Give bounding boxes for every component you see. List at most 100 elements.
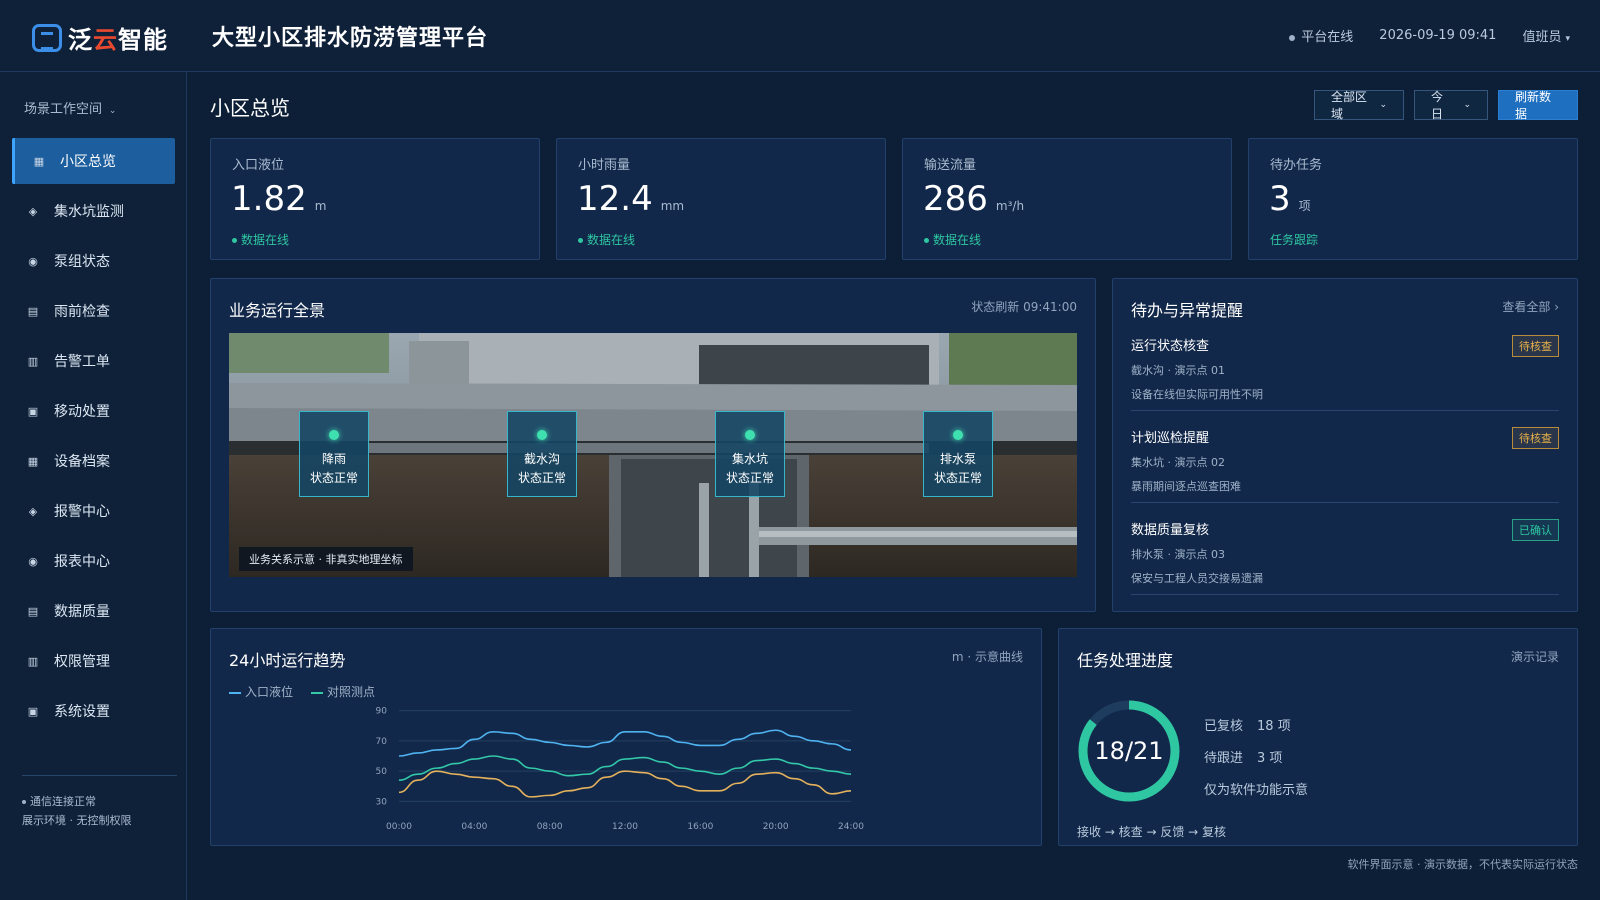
panel-title: 待办与异常提醒: [1131, 301, 1244, 320]
status-badge: 已确认: [1512, 519, 1559, 541]
status-badge: 待核查: [1512, 427, 1559, 449]
sidebar-item-settings[interactable]: ▣ 系统设置: [12, 688, 175, 734]
status-dot-icon: [537, 430, 547, 440]
kpi-status: 数据在线: [578, 231, 635, 248]
overview-panel: 业务运行全景 状态刷新 09:41:00 降雨 状态正常 截水沟 状态正常 集水…: [210, 278, 1096, 612]
chevron-down-icon: ⌄: [1379, 100, 1387, 110]
refresh-button[interactable]: 刷新数据: [1498, 90, 1578, 121]
datetime: 2026-09-19 09:41: [1379, 28, 1497, 43]
status-dot-icon: [1289, 34, 1296, 41]
status-badge: 待核查: [1512, 335, 1559, 357]
marker-intercepting-ditch[interactable]: 截水沟 状态正常: [507, 411, 577, 497]
sidebar-item-permissions[interactable]: ▥ 权限管理: [12, 638, 175, 684]
view-all-link[interactable]: 查看全部 ›: [1502, 298, 1559, 315]
kpi-card-inlet-level: 入口液位 1.82 m 数据在线: [210, 138, 540, 260]
kpi-status: 数据在线: [232, 231, 289, 248]
progress-stats: 已复核 18 项 待跟进 3 项 仅为软件功能示意: [1204, 711, 1308, 807]
sidebar-item-overview[interactable]: ▦ 小区总览: [12, 138, 175, 184]
chevron-down-icon: ⌄: [106, 106, 117, 116]
kpi-label: 入口液位: [232, 158, 285, 173]
progress-note: 仅为软件功能示意: [1204, 783, 1309, 798]
status-dot-icon: [924, 238, 929, 243]
sidebar-item-report-center[interactable]: ◉ 报表中心: [12, 538, 175, 584]
brand-logo[interactable]: 泛云智能: [32, 20, 168, 55]
grid-icon: ▦: [27, 454, 39, 468]
status-dot-icon: [953, 430, 963, 440]
alerts-panel: 待办与异常提醒 查看全部 › 运行状态核查 截水沟 · 演示点 01 设备在线但…: [1112, 278, 1578, 612]
time-range-select[interactable]: 今日 ⌄: [1414, 90, 1488, 121]
page-footnote: 软件界面示意 · 演示数据，不代表实际运行状态: [1347, 858, 1579, 871]
sidebar-item-pump-status[interactable]: ◉ 泵组状态: [12, 238, 175, 284]
x-tick-label: 24:00: [838, 822, 864, 832]
refresh-timestamp: 状态刷新 09:41:00: [971, 300, 1077, 314]
progress-panel: 任务处理进度 演示记录 18/21 已复核 18 项 待跟进 3 项 仅为软件功能示…: [1058, 628, 1578, 846]
environment-note: 展示环境 · 无控制权限: [22, 814, 132, 827]
kpi-label: 小时雨量: [578, 158, 631, 173]
logo-icon: [32, 23, 62, 52]
grid-icon: ▦: [33, 154, 45, 168]
marker-drain-pump[interactable]: 排水泵 状态正常: [923, 411, 993, 497]
kpi-label: 输送流量: [924, 158, 977, 173]
status-dot-icon: [329, 430, 339, 440]
sidebar-nav: ▦ 小区总览 ◈ 集水坑监测 ◉ 泵组状态 ▤ 雨前检查 ▥ 告警工单 ▣ 移动处置 ▦ 设备…: [12, 138, 175, 738]
list-icon: ▤: [27, 604, 39, 618]
brand-name: 泛云智能: [68, 26, 168, 54]
kpi-value: 1.82 m: [231, 179, 327, 219]
user-menu[interactable]: 值班员 ▾: [1522, 26, 1570, 45]
page-title: 小区总览: [210, 96, 290, 120]
kpi-status: 任务跟踪: [1270, 233, 1319, 247]
y-tick-label: 30: [376, 797, 388, 807]
kpi-card-flow: 输送流量 286 m³/h 数据在线: [902, 138, 1232, 260]
marker-rainfall[interactable]: 降雨 状态正常: [299, 411, 369, 497]
sidebar-item-device-records[interactable]: ▦ 设备档案: [12, 438, 175, 484]
scene-caption: 业务关系示意 · 非真实地理坐标: [239, 547, 413, 571]
sidebar-item-pre-rain-check[interactable]: ▤ 雨前检查: [12, 288, 175, 334]
x-tick-label: 20:00: [763, 822, 789, 832]
process-flow: 接收 → 核查 → 反馈 → 复核: [1077, 825, 1227, 839]
marker-sump[interactable]: 集水坑 状态正常: [715, 411, 785, 497]
sidebar-footer: 通信连接正常 展示环境 · 无控制权限: [22, 775, 177, 830]
panel-title: 业务运行全景: [229, 301, 326, 320]
demo-record-note: 演示记录: [1510, 650, 1559, 664]
sidebar-item-sump-monitoring[interactable]: ◈ 集水坑监测: [12, 188, 175, 234]
kpi-value: 3项: [1269, 179, 1311, 219]
y-tick-label: 50: [376, 767, 388, 777]
sidebar-item-mobile-handling[interactable]: ▣ 移动处置: [12, 388, 175, 434]
chevron-down-icon: ⌄: [1463, 100, 1471, 110]
kpi-card-pending-tasks[interactable]: 待办任务 3项 任务跟踪: [1248, 138, 1578, 260]
alert-item[interactable]: 数据质量复核 排水泵 · 演示点 03 保安与工程人员交接易遗漏 已确认: [1131, 519, 1559, 595]
workspace-selector[interactable]: 场景工作空间 ⌄: [24, 98, 116, 117]
progress-ratio: 18/21: [1094, 737, 1164, 765]
list-icon: ▤: [27, 304, 39, 318]
status-dot-icon: [232, 238, 237, 243]
status-dot-icon: [22, 800, 26, 804]
kpi-value: 286 m³/h: [923, 179, 1025, 219]
header-status-area: 平台在线 2026-09-19 09:41 值班员 ▾: [1289, 26, 1570, 45]
diamond-icon: ◈: [28, 204, 38, 218]
series-line-1: [398, 729, 852, 757]
platform-status: 平台在线: [1289, 26, 1353, 45]
series-line-3: [398, 770, 852, 798]
kpi-label: 待办任务: [1270, 158, 1323, 173]
alert-item[interactable]: 计划巡检提醒 集水坑 · 演示点 02 暴雨期间逐点巡查困难 待核查: [1131, 427, 1559, 503]
target-icon: ◉: [28, 554, 38, 568]
table-icon: ▥: [27, 354, 39, 368]
sidebar-item-data-quality[interactable]: ▤ 数据质量: [12, 588, 175, 634]
chevron-right-icon: ›: [1554, 300, 1559, 314]
sidebar-item-alarm-center[interactable]: ◈ 报警中心: [12, 488, 175, 534]
sidebar-item-alarm-tickets[interactable]: ▥ 告警工单: [12, 338, 175, 384]
status-dot-icon: [745, 430, 755, 440]
table-icon: ▥: [27, 654, 39, 668]
top-bar: 泛云智能 大型小区排水防涝管理平台 平台在线 2026-09-19 09:41 …: [0, 0, 1600, 72]
area-filter-select[interactable]: 全部区域 ⌄: [1314, 90, 1404, 121]
app-title: 大型小区排水防涝管理平台: [212, 26, 489, 51]
square-icon: ▣: [27, 404, 39, 418]
x-tick-label: 00:00: [386, 822, 412, 832]
kpi-card-rainfall: 小时雨量 12.4 mm 数据在线: [556, 138, 886, 260]
alert-item[interactable]: 运行状态核查 截水沟 · 演示点 01 设备在线但实际可用性不明 待核查: [1131, 335, 1559, 411]
x-tick-label: 08:00: [537, 822, 563, 832]
y-tick-label: 70: [376, 737, 388, 747]
target-icon: ◉: [28, 254, 38, 268]
trend-panel: 24小时运行趋势 m · 示意曲线 入口液位 对照测点 90 70 50 30 00:0…: [210, 628, 1042, 846]
sidebar: 场景工作空间 ⌄ ▦ 小区总览 ◈ 集水坑监测 ◉ 泵组状态 ▤ 雨前检查 ▥ 告警工单 …: [0, 72, 187, 900]
